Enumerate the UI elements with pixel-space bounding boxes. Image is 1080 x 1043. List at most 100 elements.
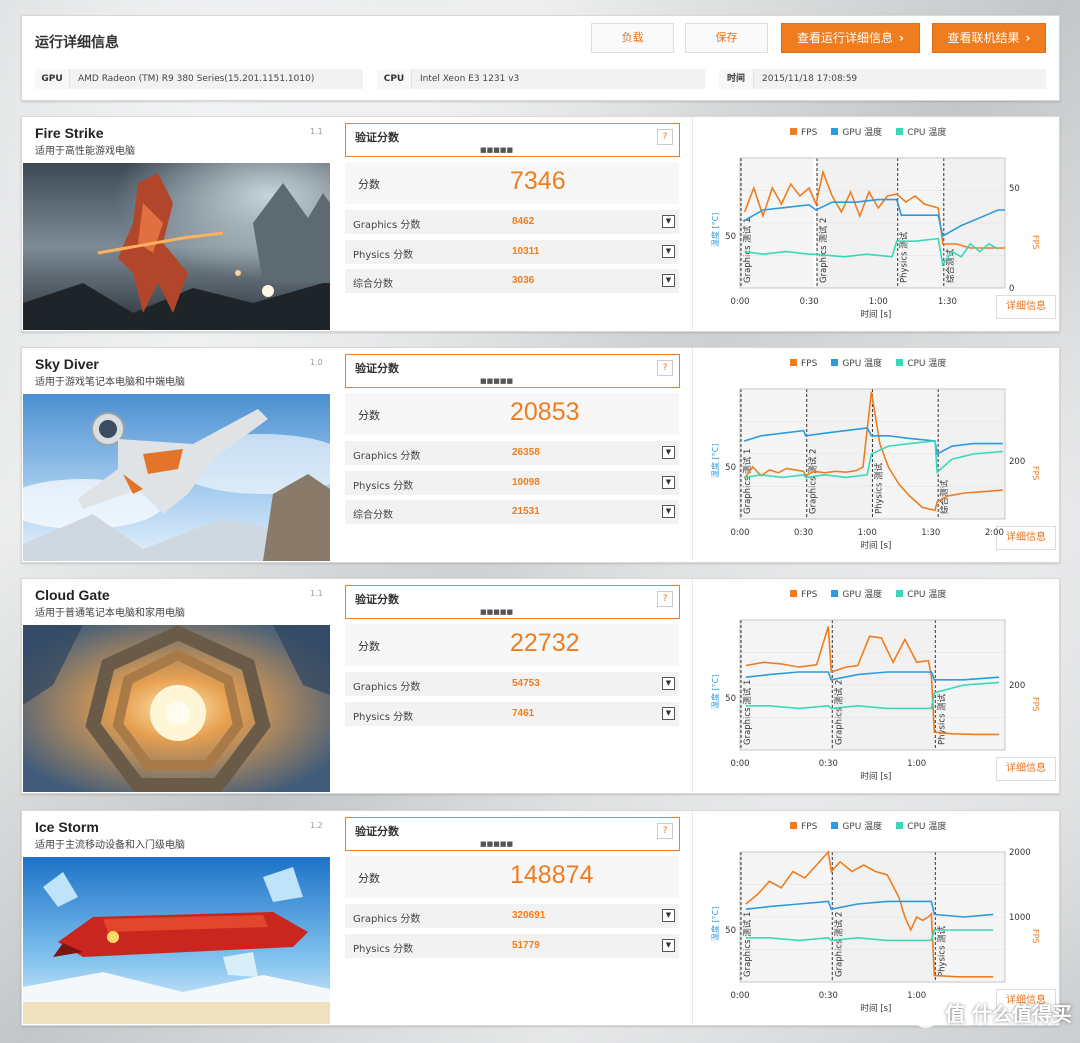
section-label: Graphics 测试 1 (742, 680, 753, 745)
performance-chart: FPS GPU 温度 CPU 温度 详细信息 Graphics 测试 1 Graphics… (692, 811, 1059, 1024)
help-icon[interactable]: ? (657, 591, 673, 607)
x-tick-label: 0:30 (819, 991, 838, 1001)
page-title: 运行详细信息 (35, 35, 119, 51)
section-label: Graphics 测试 2 (818, 218, 829, 283)
score-value: 22732 (510, 629, 580, 657)
expand-dropdown-icon[interactable]: ▼ (662, 505, 675, 518)
x-tick-label: 0:00 (730, 528, 749, 538)
chart-svg: Graphics 测试 1 Graphics 测试 2 Physics 测试 综合测试… (710, 388, 1040, 551)
y-axis-label: 温度 [°C] (710, 675, 720, 709)
gpu-info: GPU AMD Radeon (TM) R9 380 Series(15.201.… (35, 69, 363, 89)
subscore-value: 26358 (512, 447, 540, 458)
view-run-details-label: 查看运行详细信息 (797, 31, 894, 45)
cpu-value: Intel Xeon E3 1231 v3 (420, 74, 520, 84)
help-icon[interactable]: ? (657, 360, 673, 376)
verify-score-box[interactable]: 验证分数? ■■■■■ (345, 354, 680, 388)
subscore-value: 320691 (512, 910, 546, 921)
performance-chart: FPS GPU 温度 CPU 温度 详细信息 Graphics 测试 1 Graphics… (692, 117, 1059, 330)
test-name: Ice Storm (35, 819, 99, 835)
x-tick-label: 2:00 (985, 528, 1004, 538)
test-name: Fire Strike (35, 125, 104, 141)
fps-axis-label: FPS (1031, 929, 1040, 944)
x-tick-label: 1:30 (921, 528, 940, 538)
verify-score-box[interactable]: 验证分数? ■■■■■ (345, 817, 680, 851)
test-version: 1.1 (310, 127, 323, 136)
score-label: 分数 (358, 178, 380, 191)
y-tick-label: 50 (725, 926, 736, 936)
y-tick-label: 50 (725, 463, 736, 473)
test-artwork (23, 394, 330, 561)
gpu-value: AMD Radeon (TM) R9 380 Series(15.201.115… (78, 74, 315, 84)
load-button[interactable]: 负载 (591, 23, 674, 53)
subscore-row[interactable]: Graphics 分数 320691 ▼ (345, 904, 679, 928)
x-tick-label: 1:00 (869, 297, 888, 307)
score-value: 20853 (510, 398, 580, 426)
expand-dropdown-icon[interactable]: ▼ (662, 706, 675, 720)
subscore-value: 54753 (512, 678, 540, 689)
view-online-results-button[interactable]: 查看联机结果 › (932, 23, 1046, 53)
subscore-value: 7461 (512, 707, 535, 719)
test-panel-sky-diver: Sky Diver 1.0 适用于游戏笔记本电脑和中端电脑 验证分数? ■■■■■ 分数 2… (21, 347, 1060, 563)
y-axis-label: 温度 [°C] (710, 213, 720, 247)
expand-dropdown-icon[interactable]: ▼ (662, 274, 675, 287)
expand-dropdown-icon[interactable]: ▼ (662, 909, 675, 922)
chevron-right-icon: › (1025, 31, 1031, 45)
subscore-row[interactable]: 综合分数 3036 ▼ (345, 269, 679, 293)
subscore-row[interactable]: Physics 分数 7461 ▼ (345, 701, 679, 726)
subscore-row[interactable]: Physics 分数 51779 ▼ (345, 933, 679, 958)
verify-status-dots: ■■■■■ (480, 377, 514, 385)
help-icon[interactable]: ? (657, 129, 673, 145)
fps-tick-label: 200 (1009, 457, 1025, 467)
test-artwork (23, 163, 330, 330)
watermark-logo-icon (912, 1000, 940, 1028)
expand-dropdown-icon[interactable]: ▼ (662, 938, 675, 952)
expand-dropdown-icon[interactable]: ▼ (662, 446, 675, 459)
expand-dropdown-icon[interactable]: ▼ (662, 475, 675, 489)
save-button[interactable]: 保存 (685, 23, 768, 53)
section-label: Physics 测试 (936, 925, 947, 977)
subscore-row[interactable]: 综合分数 21531 ▼ (345, 500, 679, 524)
help-icon[interactable]: ? (657, 823, 673, 839)
x-tick-label: 1:00 (858, 528, 877, 538)
watermark-text: 值 什么值得买 (945, 1002, 1072, 1026)
x-tick-label: 0:30 (819, 759, 838, 769)
expand-dropdown-icon[interactable]: ▼ (662, 244, 675, 258)
view-run-details-button[interactable]: 查看运行详细信息 › (781, 23, 920, 53)
x-tick-label: 0:00 (730, 297, 749, 307)
expand-dropdown-icon[interactable]: ▼ (662, 215, 675, 228)
verify-score-box[interactable]: 验证分数? ■■■■■ (345, 123, 680, 157)
test-name: Cloud Gate (35, 587, 110, 603)
section-label: Physics 测试 (873, 462, 884, 514)
subscore-row[interactable]: Physics 分数 10098 ▼ (345, 470, 679, 495)
subscore-row[interactable]: Physics 分数 10311 ▼ (345, 239, 679, 264)
subscore-label: Physics 分数 (353, 943, 414, 955)
test-artwork (23, 625, 330, 792)
score-value: 7346 (510, 167, 566, 195)
subscore-value: 21531 (512, 506, 540, 517)
performance-chart: FPS GPU 温度 CPU 温度 详细信息 Graphics 测试 1 Graphics… (692, 348, 1059, 561)
subscore-row[interactable]: Graphics 分数 8462 ▼ (345, 210, 679, 234)
subscore-label: Graphics 分数 (353, 682, 421, 693)
verify-score-box[interactable]: 验证分数? ■■■■■ (345, 585, 680, 619)
overall-score: 分数 22732 (345, 624, 679, 666)
subscore-label: Physics 分数 (353, 480, 414, 492)
verify-score-label: 验证分数 (355, 593, 399, 606)
test-version: 1.2 (310, 821, 323, 830)
subscore-value: 3036 (512, 275, 535, 286)
subscore-label: Physics 分数 (353, 711, 414, 723)
time-key: 时间 (719, 69, 754, 89)
score-label: 分数 (358, 872, 380, 885)
subscore-row[interactable]: Graphics 分数 26358 ▼ (345, 441, 679, 465)
expand-dropdown-icon[interactable]: ▼ (662, 677, 675, 690)
verify-status-dots: ■■■■■ (480, 840, 514, 848)
subscore-row[interactable]: Graphics 分数 54753 ▼ (345, 672, 679, 696)
y-tick-label: 50 (725, 232, 736, 242)
verify-status-dots: ■■■■■ (480, 146, 514, 154)
overall-score: 分数 7346 (345, 162, 679, 204)
subscore-value: 10311 (512, 245, 540, 257)
test-panel-ice-storm: Ice Storm 1.2 适用于主流移动设备和入门级电脑 验证分数? ■■■■■ 分数 1… (21, 810, 1060, 1026)
test-version: 1.0 (310, 358, 323, 367)
run-details-header: 运行详细信息 负载 保存 查看运行详细信息 › 查看联机结果 › GPU AMD Ra… (21, 15, 1060, 101)
fps-axis-label: FPS (1031, 466, 1040, 481)
x-tick-label: 0:00 (730, 759, 749, 769)
